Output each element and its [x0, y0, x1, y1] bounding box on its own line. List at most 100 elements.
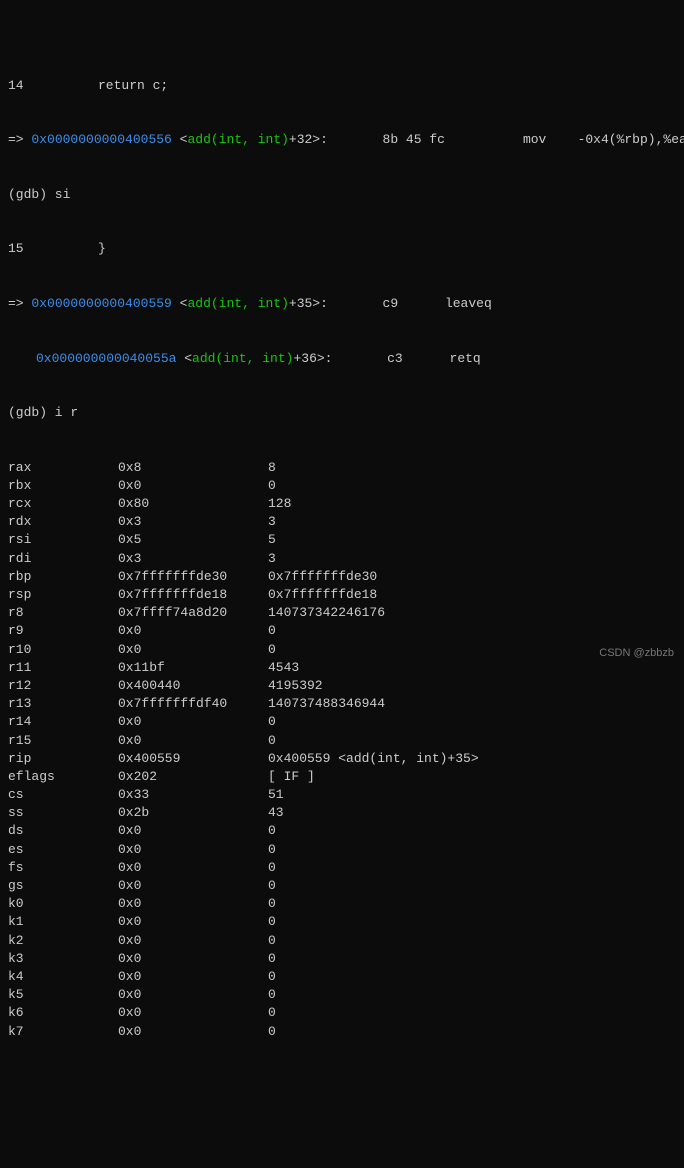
- register-value: 8: [268, 459, 276, 477]
- register-name: r15: [8, 732, 118, 750]
- register-hex: 0x80: [118, 495, 268, 513]
- register-row: eflags0x202[ IF ]: [8, 768, 676, 786]
- source-code: return c;: [98, 78, 168, 93]
- register-row: rax0x88: [8, 459, 676, 477]
- register-name: eflags: [8, 768, 118, 786]
- register-hex: 0x0: [118, 950, 268, 968]
- register-value: 0x400559 <add(int, int)+35>: [268, 750, 479, 768]
- register-name: k7: [8, 1023, 118, 1041]
- asm-hex: c3: [387, 351, 403, 366]
- register-row: r100x00: [8, 641, 676, 659]
- register-name: rip: [8, 750, 118, 768]
- asm-address: 0x0000000000400556: [31, 132, 171, 147]
- register-value: 4195392: [268, 677, 323, 695]
- register-hex: 0x0: [118, 913, 268, 931]
- register-hex: 0x0: [118, 877, 268, 895]
- asm-function: add(int, int): [187, 296, 288, 311]
- asm-address: 0x0000000000400559: [31, 296, 171, 311]
- source-code: }: [98, 241, 106, 256]
- gdb-prompt-si[interactable]: (gdb) si: [8, 186, 676, 204]
- register-row: k00x00: [8, 895, 676, 913]
- source-line-14: 14return c;: [8, 77, 676, 95]
- asm-function: add(int, int): [187, 132, 288, 147]
- asm-mnemonic: mov: [523, 132, 546, 147]
- register-row: k60x00: [8, 1004, 676, 1022]
- asm-operands: -0x4(%rbp),%eax: [578, 132, 684, 147]
- asm-function: add(int, int): [192, 351, 293, 366]
- register-value: 0: [268, 877, 276, 895]
- register-table: rax0x88rbx0x00rcx0x80128rdx0x33rsi0x55rd…: [8, 459, 676, 1041]
- register-row: k30x00: [8, 950, 676, 968]
- register-row: cs0x3351: [8, 786, 676, 804]
- register-row: es0x00: [8, 841, 676, 859]
- register-row: ds0x00: [8, 822, 676, 840]
- register-name: r11: [8, 659, 118, 677]
- register-row: rsi0x55: [8, 531, 676, 549]
- register-name: rbx: [8, 477, 118, 495]
- register-value: 140737488346944: [268, 695, 385, 713]
- register-name: ss: [8, 804, 118, 822]
- register-value: 0: [268, 968, 276, 986]
- register-hex: 0x0: [118, 713, 268, 731]
- register-value: 4543: [268, 659, 299, 677]
- register-row: rbp0x7fffffffde300x7fffffffde30: [8, 568, 676, 586]
- gdb-prompt-ir[interactable]: (gdb) i r: [8, 404, 676, 422]
- asm-offset: +32: [289, 132, 312, 147]
- register-row: r110x11bf4543: [8, 659, 676, 677]
- register-value: 0: [268, 841, 276, 859]
- register-row: ss0x2b43: [8, 804, 676, 822]
- register-row: r150x00: [8, 732, 676, 750]
- register-name: rax: [8, 459, 118, 477]
- asm-hex: 8b 45 fc: [383, 132, 445, 147]
- asm-address: 0x000000000040055a: [36, 351, 176, 366]
- register-row: r80x7ffff74a8d20140737342246176: [8, 604, 676, 622]
- register-value: 3: [268, 550, 276, 568]
- register-hex: 0x8: [118, 459, 268, 477]
- register-value: 0: [268, 895, 276, 913]
- register-row: rdi0x33: [8, 550, 676, 568]
- register-hex: 0x7fffffffde18: [118, 586, 268, 604]
- register-hex: 0x3: [118, 550, 268, 568]
- watermark: CSDN @zbbzb: [599, 646, 674, 661]
- register-hex: 0x202: [118, 768, 268, 786]
- register-hex: 0x0: [118, 822, 268, 840]
- register-value: 0: [268, 950, 276, 968]
- register-name: rbp: [8, 568, 118, 586]
- register-hex: 0x0: [118, 841, 268, 859]
- register-value: 0: [268, 732, 276, 750]
- register-hex: 0x11bf: [118, 659, 268, 677]
- line-number: 15: [8, 240, 98, 258]
- register-value: 0: [268, 822, 276, 840]
- register-hex: 0x0: [118, 1023, 268, 1041]
- register-row: k70x00: [8, 1023, 676, 1041]
- register-name: rsp: [8, 586, 118, 604]
- register-row: r130x7fffffffdf40140737488346944: [8, 695, 676, 713]
- register-name: ds: [8, 822, 118, 840]
- register-row: rsp0x7fffffffde180x7fffffffde18: [8, 586, 676, 604]
- register-row: rbx0x00: [8, 477, 676, 495]
- register-name: k2: [8, 932, 118, 950]
- register-name: k0: [8, 895, 118, 913]
- register-value: 140737342246176: [268, 604, 385, 622]
- register-value: 0: [268, 641, 276, 659]
- register-hex: 0x0: [118, 641, 268, 659]
- register-name: r12: [8, 677, 118, 695]
- register-name: r10: [8, 641, 118, 659]
- register-hex: 0x400559: [118, 750, 268, 768]
- register-name: rdx: [8, 513, 118, 531]
- register-name: k3: [8, 950, 118, 968]
- current-arrow: =>: [8, 295, 24, 313]
- asm-hex: c9: [383, 296, 399, 311]
- register-hex: 0x0: [118, 895, 268, 913]
- register-name: r13: [8, 695, 118, 713]
- register-name: cs: [8, 786, 118, 804]
- register-hex: 0x7fffffffdf40: [118, 695, 268, 713]
- register-name: k1: [8, 913, 118, 931]
- register-hex: 0x0: [118, 968, 268, 986]
- register-hex: 0x7ffff74a8d20: [118, 604, 268, 622]
- register-hex: 0x0: [118, 1004, 268, 1022]
- register-name: rdi: [8, 550, 118, 568]
- register-hex: 0x33: [118, 786, 268, 804]
- asm-offset: +36: [293, 351, 316, 366]
- register-name: k6: [8, 1004, 118, 1022]
